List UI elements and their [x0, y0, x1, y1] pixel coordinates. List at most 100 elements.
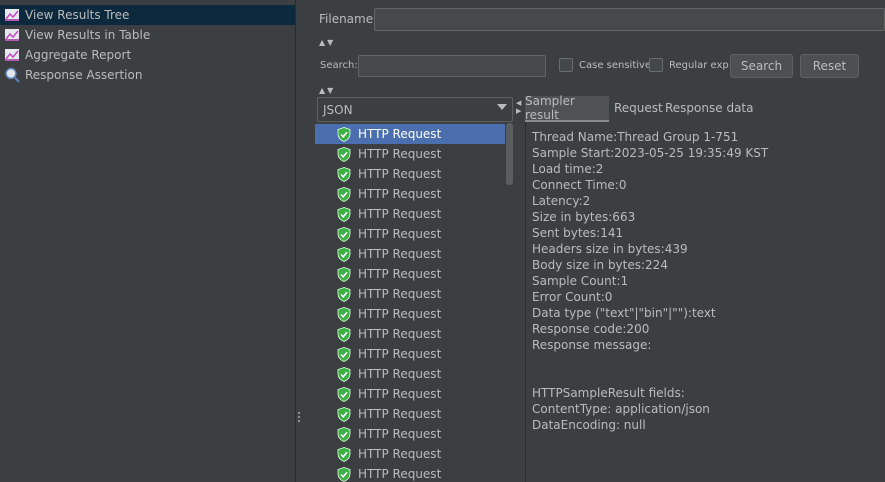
list-item[interactable]: HTTP Request: [315, 324, 505, 344]
success-shield-icon: [337, 266, 351, 282]
sample-result-list: HTTP Request HTTP Request HTTP Request HTTP…: [315, 122, 505, 482]
list-item[interactable]: HTTP Request: [315, 164, 505, 184]
detail-line: Error Count:0: [532, 290, 613, 304]
regular-exp-label: Regular exp.: [669, 60, 732, 71]
success-shield-icon: [337, 226, 351, 242]
collapse-arrows[interactable]: ▲▼: [319, 86, 335, 95]
graph-icon: [4, 7, 20, 23]
list-item[interactable]: HTTP Request: [315, 184, 505, 204]
list-item[interactable]: HTTP Request: [315, 264, 505, 284]
detail-line: Connect Time:0: [532, 178, 627, 192]
tab-response-data[interactable]: Response data: [665, 96, 755, 120]
tree-item-response-assertion[interactable]: Response Assertion: [0, 65, 295, 85]
list-item[interactable]: HTTP Request: [315, 444, 505, 464]
list-item[interactable]: HTTP Request: [315, 424, 505, 444]
search-button[interactable]: Search: [730, 54, 793, 78]
magnifier-icon: [4, 67, 20, 83]
list-item-label: HTTP Request: [358, 167, 442, 181]
detail-line: Sent bytes:141: [532, 226, 624, 240]
detail-line: HTTPSampleResult fields:: [532, 386, 685, 400]
tree-item-label: View Results Tree: [25, 8, 130, 22]
detail-line: Load time:2: [532, 162, 604, 176]
list-item[interactable]: HTTP Request: [315, 204, 505, 224]
list-item[interactable]: HTTP Request: [315, 244, 505, 264]
split-arrows[interactable]: ◀ ▶: [516, 99, 522, 119]
tree-item-label: Response Assertion: [25, 68, 143, 82]
success-shield-icon: [337, 466, 351, 482]
success-shield-icon: [337, 186, 351, 202]
graph-icon: [4, 47, 20, 63]
tree-item-view-results-tree[interactable]: View Results Tree: [0, 5, 295, 25]
list-item[interactable]: HTTP Request: [315, 284, 505, 304]
list-item-label: HTTP Request: [358, 407, 442, 421]
detail-line: Thread Name:Thread Group 1-751: [532, 130, 739, 144]
result-tabs: Sampler result Request Response data: [525, 94, 885, 122]
detail-line: Sample Start:2023-05-25 19:35:49 KST: [532, 146, 769, 160]
tab-sampler-result[interactable]: Sampler result: [525, 94, 609, 122]
list-item-label: HTTP Request: [358, 387, 442, 401]
list-item-label: HTTP Request: [358, 467, 442, 481]
test-plan-tree: View Results Tree View Results in Table …: [0, 0, 296, 482]
list-item[interactable]: HTTP Request: [315, 224, 505, 244]
search-label: Search:: [320, 60, 358, 71]
case-sensitive-checkbox[interactable]: [559, 58, 573, 72]
success-shield-icon: [337, 326, 351, 342]
success-shield-icon: [337, 286, 351, 302]
detail-line: Headers size in bytes:439: [532, 242, 688, 256]
list-item[interactable]: HTTP Request: [315, 144, 505, 164]
detail-line: Size in bytes:663: [532, 210, 636, 224]
success-shield-icon: [337, 306, 351, 322]
graph-icon: [4, 27, 20, 43]
detail-line: Data type ("text"|"bin"|""):text: [532, 306, 716, 320]
tree-item-label: Aggregate Report: [25, 48, 132, 62]
chevron-down-icon: [497, 104, 507, 110]
detail-line: Latency:2: [532, 194, 591, 208]
success-shield-icon: [337, 366, 351, 382]
search-input[interactable]: [358, 55, 546, 77]
tree-item-view-results-table[interactable]: View Results in Table: [0, 25, 295, 45]
detail-line: Response code:200: [532, 322, 650, 336]
tree-item-aggregate-report[interactable]: Aggregate Report: [0, 45, 295, 65]
collapse-arrows[interactable]: ▲▼: [319, 38, 335, 47]
success-shield-icon: [337, 166, 351, 182]
list-item[interactable]: HTTP Request: [315, 384, 505, 404]
list-item[interactable]: HTTP Request: [315, 464, 505, 482]
list-item-label: HTTP Request: [358, 187, 442, 201]
list-item[interactable]: HTTP Request: [315, 344, 505, 364]
success-shield-icon: [337, 206, 351, 222]
list-item[interactable]: HTTP Request: [315, 364, 505, 384]
renderer-select[interactable]: JSON: [317, 97, 513, 122]
list-item-label: HTTP Request: [358, 267, 442, 281]
list-item-label: HTTP Request: [358, 287, 442, 301]
tab-label: Sampler result: [525, 94, 575, 122]
list-item-label: HTTP Request: [358, 207, 442, 221]
list-item-label: HTTP Request: [358, 127, 442, 141]
list-item-label: HTTP Request: [358, 367, 442, 381]
filename-label: Filename: [319, 12, 374, 26]
reset-button[interactable]: Reset: [800, 54, 859, 78]
list-item[interactable]: HTTP Request: [315, 304, 505, 324]
list-item-label: HTTP Request: [358, 307, 442, 321]
tab-label: Request: [614, 101, 663, 115]
list-item-label: HTTP Request: [358, 147, 442, 161]
list-item-label: HTTP Request: [358, 247, 442, 261]
detail-line: Body size in bytes:224: [532, 258, 668, 272]
splitter-grip[interactable]: [297, 410, 301, 426]
case-sensitive-label: Case sensitive: [579, 60, 652, 71]
tab-request[interactable]: Request: [614, 96, 663, 120]
success-shield-icon: [337, 126, 351, 142]
sampler-result-details: Thread Name:Thread Group 1-751 Sample Sta…: [525, 122, 885, 482]
tab-label: Response data: [665, 101, 754, 115]
list-item[interactable]: HTTP Request: [315, 404, 505, 424]
list-item[interactable]: HTTP Request: [315, 124, 505, 144]
success-shield-icon: [337, 146, 351, 162]
filename-input[interactable]: [374, 8, 885, 31]
success-shield-icon: [337, 406, 351, 422]
tree-item-label: View Results in Table: [25, 28, 151, 42]
list-scrollbar-thumb[interactable]: [506, 123, 513, 185]
success-shield-icon: [337, 346, 351, 362]
success-shield-icon: [337, 426, 351, 442]
success-shield-icon: [337, 246, 351, 262]
success-shield-icon: [337, 446, 351, 462]
regular-exp-checkbox[interactable]: [649, 58, 663, 72]
